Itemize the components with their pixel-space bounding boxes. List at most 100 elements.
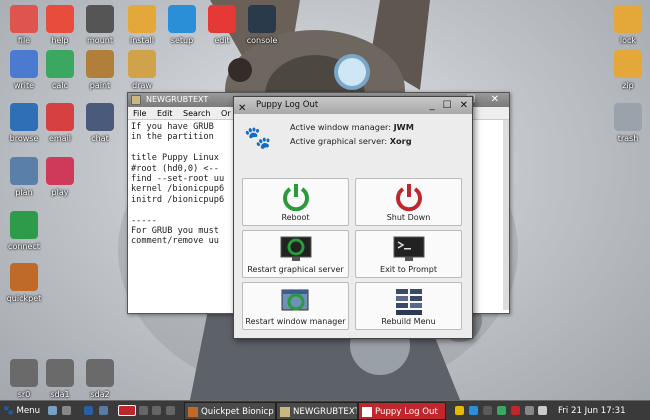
desktop-icon-play[interactable]: play [36,157,84,197]
desktop-icon-label: zip [622,81,634,90]
restart-window-manager-button[interactable]: Restart window manager [242,282,349,330]
shutdown-label: Shut Down [386,213,431,222]
network-icon[interactable] [469,406,478,415]
box-install-icon [128,5,156,33]
power-off-icon [396,184,422,212]
disk-icon [46,359,74,387]
taskbar: 🐾 Menu Quickpet Bionicp NEWGRUBTEXT Pupp… [0,400,650,420]
workspace-4-icon[interactable] [152,406,161,415]
reboot-icon [283,184,309,212]
globe-icon [10,103,38,131]
desktop-icon-lock[interactable]: lock [604,5,650,45]
desktop-icon-zip[interactable]: zip [604,50,650,90]
exit-to-prompt-label: Exit to Prompt [380,265,437,274]
server-label: Active graphical server: [290,136,388,146]
task-logout[interactable]: Puppy Log Out [358,402,446,420]
rebuild-menu-button[interactable]: Rebuild Menu [355,282,462,330]
battery-icon[interactable] [538,406,547,415]
workspace-5-icon[interactable] [166,406,175,415]
desktop-icon[interactable] [48,406,57,415]
lifebuoy-icon [46,5,74,33]
menu-options[interactable]: Or [221,109,231,118]
firewall-icon[interactable] [511,406,520,415]
desktop-icon-label: lock [619,36,637,45]
server-value: Xorg [389,136,412,146]
folder-icon [10,5,38,33]
browser-icon[interactable] [84,406,93,415]
restart-window-manager-label: Restart window manager [245,317,346,326]
volume-icon[interactable] [455,406,464,415]
menu-file[interactable]: File [133,109,146,118]
task-quickpet[interactable]: Quickpet Bionicp [184,402,276,420]
minimize-icon[interactable]: _ [430,100,435,111]
task-logout-label: Puppy Log Out [375,407,438,417]
workspace-2-icon[interactable] [118,405,136,416]
spreadsheet-icon [46,50,74,78]
desktop-icon-label: chat [91,134,109,143]
close-icon[interactable]: ✕ [460,100,468,111]
drive-icon [86,5,114,33]
pen-icon [10,50,38,78]
task-newgrubtext[interactable]: NEWGRUBTEXT [276,402,358,420]
wm-label: Active window manager: [290,122,392,132]
desktop-icon-paint[interactable]: paint [76,50,124,90]
task-newgrubtext-label: NEWGRUBTEXT [293,407,358,417]
desktop-icon-label: paint [89,81,111,90]
restart-graphical-server-label: Restart graphical server [247,265,344,274]
desktop-icon-chat[interactable]: chat [76,103,124,143]
desktop-icon-trash[interactable]: trash [604,103,650,143]
desktop-icon-quickpet[interactable]: quickpet [0,263,48,303]
window-manager-info: Active window manager: JWM [290,122,414,132]
logout-dialog: ✕ Puppy Log Out _ ☐ ✕ 🐾 Active window mana… [233,96,473,339]
maximize-icon[interactable]: ☐ [443,100,452,111]
rebuild-menu-icon [396,289,422,315]
terminal-prompt-icon [393,236,425,261]
palette-icon [86,50,114,78]
archive-icon [614,50,642,78]
restart-wm-icon [281,289,309,311]
editor-app-icon [131,95,141,105]
editor-title: NEWGRUBTEXT [146,95,209,104]
desktop-icon-label: sda2 [90,390,110,399]
drawing-icon [128,50,156,78]
exit-to-prompt-button[interactable]: Exit to Prompt [355,230,462,278]
shutdown-button[interactable]: Shut Down [355,178,462,226]
start-menu-button[interactable]: 🐾 Menu [3,403,40,419]
dialog-titlebar[interactable]: ✕ Puppy Log Out _ ☐ ✕ [234,97,472,114]
antenna-icon [10,211,38,239]
trash-icon [614,103,642,131]
menu-label: Menu [16,406,41,416]
reboot-button[interactable]: Reboot [242,178,349,226]
dialog-info: 🐾 Active window manager: JWM Active grap… [234,114,472,169]
reboot-label: Reboot [281,213,310,222]
desktop-icon-label: trash [617,134,639,143]
optical-drive-icon [10,359,38,387]
dialog-title: Puppy Log Out [256,100,319,110]
clock[interactable]: Fri 21 Jun 17:31 [558,403,626,419]
disk-icon [86,359,114,387]
desktop-icon-mount[interactable]: mount [76,5,124,45]
bluetooth-icon[interactable] [497,406,506,415]
workspace-1-icon[interactable] [99,406,108,415]
restart-graphical-server-button[interactable]: Restart graphical server [242,230,349,278]
workspace-3-icon[interactable] [139,406,148,415]
desktop-icon-draw[interactable]: draw [118,50,166,90]
desktop-icon-label: connect [8,242,40,251]
terminal-icon [248,5,276,33]
graphical-server-info: Active graphical server: Xorg [290,136,412,146]
logout-task-icon [362,407,372,417]
menu-edit[interactable]: Edit [157,109,173,118]
desktop-icon-sda2[interactable]: sda2 [76,359,124,399]
desktop-icon-label: quickpet [6,294,42,303]
wm-value: JWM [393,122,414,132]
desktop-icon-console[interactable]: console [238,5,286,45]
clipboard-icon[interactable] [62,406,71,415]
quickpet-task-icon [188,407,198,417]
menu-search[interactable]: Search [183,109,210,118]
editor-scrollbar[interactable] [503,120,509,310]
desktop-icon-connect[interactable]: connect [0,211,48,251]
power-tray-icon[interactable] [525,406,534,415]
calendar-icon [10,157,38,185]
play-icon [46,157,74,185]
keyboard-icon[interactable] [483,406,492,415]
